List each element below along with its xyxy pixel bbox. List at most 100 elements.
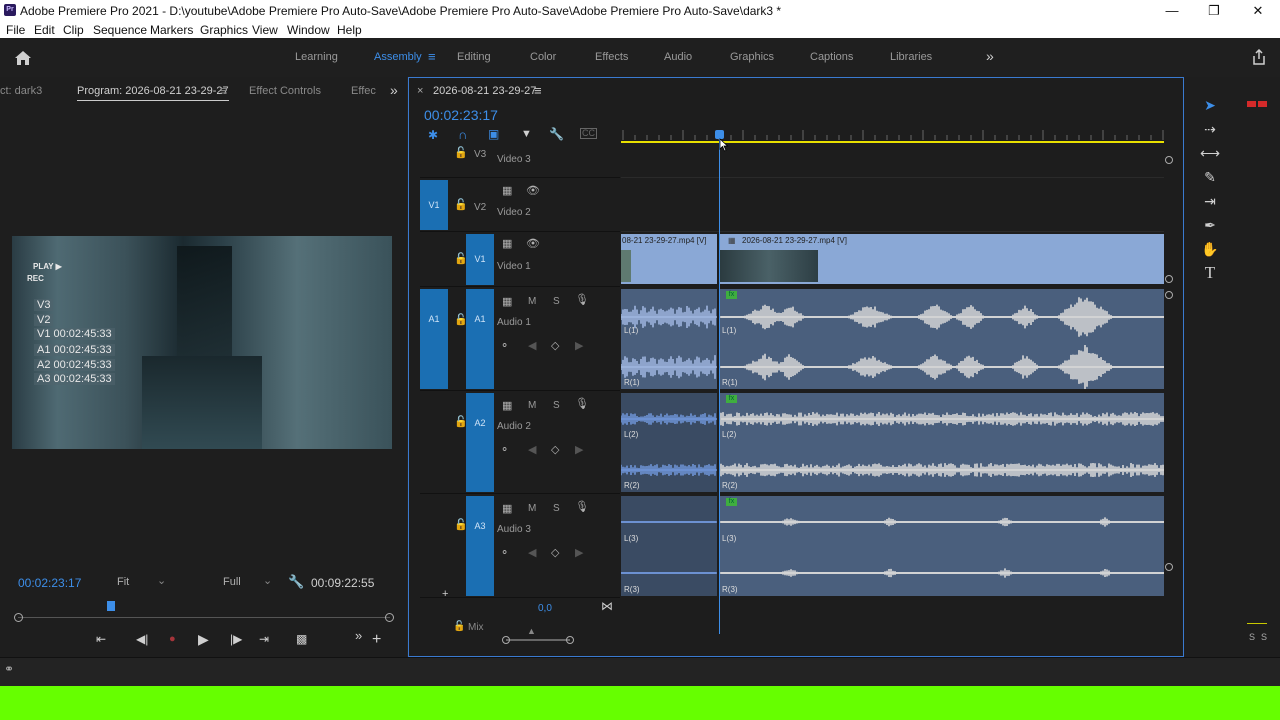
hand-tool-icon[interactable]: ✋ xyxy=(1200,239,1220,259)
home-icon[interactable] xyxy=(14,50,32,66)
track-target-a3[interactable]: A3 xyxy=(466,496,494,596)
resolution-dropdown[interactable]: Full xyxy=(223,576,241,588)
source-patch-a1[interactable]: A1 xyxy=(420,289,448,389)
step-forward-icon[interactable]: |▶ xyxy=(230,632,242,646)
eye-icon[interactable]: 👁 xyxy=(526,184,540,197)
program-timecode[interactable]: 00:02:23:17 xyxy=(18,576,81,590)
more-workspaces-icon[interactable]: » xyxy=(986,48,994,64)
mute-button[interactable]: M xyxy=(528,400,536,411)
solo-right-button[interactable]: S xyxy=(1261,632,1267,642)
export-frame-icon[interactable]: ▩ xyxy=(296,632,307,646)
workspace-captions[interactable]: Captions xyxy=(810,51,853,63)
fit-chevron-icon[interactable]: ⌄ xyxy=(157,574,166,587)
more-tabs-icon[interactable]: » xyxy=(390,82,398,98)
resolution-chevron-icon[interactable]: ⌄ xyxy=(263,574,272,587)
menu-window[interactable]: Window xyxy=(287,23,330,37)
workspace-assembly[interactable]: Assembly xyxy=(374,51,422,63)
workspace-color[interactable]: Color xyxy=(530,51,556,63)
lock-icon[interactable]: 🔓 xyxy=(454,198,468,211)
add-keyframe-icon[interactable]: ◇ xyxy=(551,339,559,352)
prev-keyframe-icon[interactable]: ◀ xyxy=(528,546,536,559)
selection-tool-icon[interactable]: ➤ xyxy=(1200,95,1220,115)
solo-button[interactable]: S xyxy=(553,400,560,411)
creative-cloud-icon[interactable]: ⚭ xyxy=(4,662,14,676)
linked-selection-icon[interactable]: ▣ xyxy=(488,127,499,141)
menu-edit[interactable]: Edit xyxy=(34,23,55,37)
workspace-effects[interactable]: Effects xyxy=(595,51,628,63)
workspace-editing[interactable]: Editing xyxy=(457,51,491,63)
tab-effect-controls[interactable]: Effect Controls xyxy=(249,85,321,97)
prev-keyframe-icon[interactable]: ◀ xyxy=(528,443,536,456)
sequence-menu-icon[interactable]: ≡ xyxy=(534,83,542,98)
zoom-handle-left[interactable] xyxy=(14,613,23,622)
vscroll-handle-audio-top[interactable] xyxy=(1165,291,1173,299)
close-sequence-icon[interactable]: × xyxy=(417,85,423,97)
video-clip-left[interactable]: 08-21 23-29-27.mp4 [V] xyxy=(621,234,717,284)
timeline-settings-icon[interactable]: 🔧 xyxy=(549,127,564,141)
workspace-audio[interactable]: Audio xyxy=(664,51,692,63)
timeline-playhead-line[interactable] xyxy=(719,139,720,634)
go-to-out-icon[interactable]: ⇥ xyxy=(259,632,269,646)
mic-icon[interactable]: 🎙 xyxy=(575,397,589,410)
volume-knob-icon[interactable]: ⚬ xyxy=(500,443,509,456)
menu-graphics[interactable]: Graphics xyxy=(200,23,248,37)
menu-clip[interactable]: Clip xyxy=(63,23,84,37)
menu-file[interactable]: File xyxy=(6,23,25,37)
clip-indicator-right[interactable] xyxy=(1258,101,1267,107)
prev-keyframe-icon[interactable]: ◀ xyxy=(528,339,536,352)
scroll-handle-left[interactable] xyxy=(502,636,510,644)
sequence-tab[interactable]: 2026-08-21 23-29-27 xyxy=(433,85,536,97)
time-ruler[interactable] xyxy=(621,126,1164,142)
workspace-graphics[interactable]: Graphics xyxy=(730,51,774,63)
vscroll-handle-video-bottom[interactable] xyxy=(1165,275,1173,283)
solo-button[interactable]: S xyxy=(553,503,560,514)
captions-icon[interactable]: CC xyxy=(580,128,597,139)
program-playhead[interactable] xyxy=(107,601,115,611)
track-target-a1[interactable]: A1 xyxy=(466,289,494,389)
mix-bowtie-icon[interactable]: ⋈ xyxy=(601,599,613,613)
step-back-icon[interactable]: ◀| xyxy=(136,632,148,646)
pen-tool-icon[interactable]: ✒ xyxy=(1200,215,1220,235)
next-keyframe-icon[interactable]: ▶ xyxy=(575,546,583,559)
tab-effects[interactable]: Effec xyxy=(351,85,376,97)
more-controls-icon[interactable]: » xyxy=(355,628,362,643)
timeline-zoom-scrollbar[interactable] xyxy=(506,639,570,641)
toggle-sync-icon[interactable]: ▦ xyxy=(502,399,512,412)
add-keyframe-icon[interactable]: ◇ xyxy=(551,443,559,456)
tab-project[interactable]: ct: dark3 xyxy=(0,85,42,97)
in-out-range-bar[interactable] xyxy=(621,141,1164,143)
play-icon[interactable]: ▶ xyxy=(198,631,209,648)
track-select-tool-icon[interactable]: ⇢ xyxy=(1200,119,1220,139)
mic-icon[interactable]: 🎙 xyxy=(575,293,589,306)
lock-icon[interactable]: 🔓 xyxy=(453,621,465,632)
record-icon[interactable]: ● xyxy=(169,633,176,645)
track-v3[interactable] xyxy=(621,145,1164,178)
menu-sequence[interactable]: Sequence xyxy=(93,23,147,37)
vscroll-handle-audio-bottom[interactable] xyxy=(1165,563,1173,571)
volume-knob-icon[interactable]: ⚬ xyxy=(500,339,509,352)
toggle-sync-icon[interactable]: ▦ xyxy=(502,237,512,250)
track-target-a2[interactable]: A2 xyxy=(466,393,494,492)
toggle-sync-icon[interactable]: ▦ xyxy=(502,184,512,197)
go-to-in-icon[interactable]: ⇤ xyxy=(96,632,106,646)
slip-tool-icon[interactable]: ⇥ xyxy=(1200,191,1220,211)
add-track-icon[interactable]: + xyxy=(442,588,448,600)
add-marker-icon[interactable]: ▼ xyxy=(521,128,532,140)
next-keyframe-icon[interactable]: ▶ xyxy=(575,443,583,456)
next-keyframe-icon[interactable]: ▶ xyxy=(575,339,583,352)
mic-icon[interactable]: 🎙 xyxy=(575,500,589,513)
source-patch-v1[interactable]: V1 xyxy=(420,180,448,230)
track-target-v1[interactable]: V1 xyxy=(466,234,494,285)
menu-help[interactable]: Help xyxy=(337,23,362,37)
ripple-edit-tool-icon[interactable]: ⟷ xyxy=(1200,143,1220,163)
type-tool-icon[interactable]: T xyxy=(1200,263,1220,283)
track-v2[interactable] xyxy=(621,178,1164,232)
volume-knob-icon[interactable]: ⚬ xyxy=(500,546,509,559)
mix-knob-icon[interactable]: ▲ xyxy=(527,626,536,636)
workspace-learning[interactable]: Learning xyxy=(295,51,338,63)
snap-icon[interactable]: ∩ xyxy=(458,127,467,142)
add-button-icon[interactable]: + xyxy=(372,631,381,649)
toggle-sync-icon[interactable]: ▦ xyxy=(502,502,512,515)
toggle-sync-icon[interactable]: ▦ xyxy=(502,295,512,308)
program-scrub-track[interactable] xyxy=(18,617,390,618)
